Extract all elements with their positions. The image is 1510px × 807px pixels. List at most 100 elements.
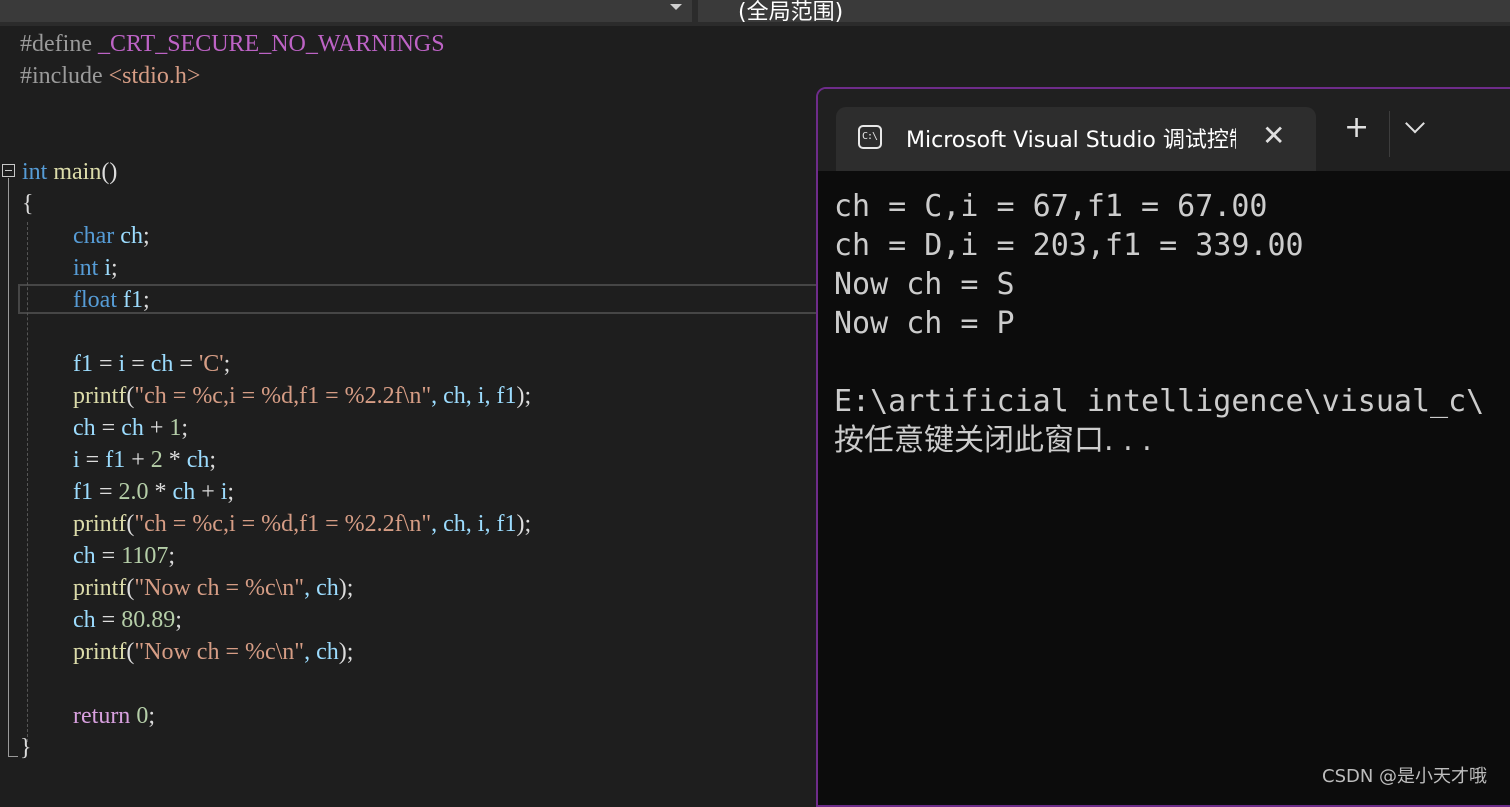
token: 2.0 xyxy=(118,479,149,505)
close-icon[interactable]: ✕ xyxy=(1262,119,1285,152)
token: ; xyxy=(168,543,175,569)
collapse-icon[interactable] xyxy=(2,164,15,177)
token: ; xyxy=(223,351,231,377)
code-line-11[interactable]: f1 = i = ch = 'C'; xyxy=(73,348,230,380)
token: ch xyxy=(172,479,196,505)
code-line-12[interactable]: printf("ch = %c,i = %d,f1 = %2.2f\n", ch… xyxy=(73,380,531,412)
code-line-9[interactable]: float f1; xyxy=(73,284,150,316)
token: ); xyxy=(516,383,532,409)
code-line-14[interactable]: i = f1 + 2 * ch; xyxy=(73,444,216,476)
token: <stdio.h> xyxy=(102,63,201,89)
new-tab-button[interactable]: + xyxy=(1344,113,1369,143)
token: 'C' xyxy=(198,351,224,377)
fold-guide-end xyxy=(8,756,18,757)
code-line-6[interactable]: { xyxy=(22,188,34,220)
token: f1 xyxy=(105,447,126,473)
code-line-13[interactable]: ch = ch + 1; xyxy=(73,412,188,444)
token: i xyxy=(98,255,112,281)
token: () xyxy=(101,159,118,185)
tab-title: Microsoft Visual Studio 调试控制台 xyxy=(906,128,1236,153)
code-line-18[interactable]: printf("Now ch = %c\n", ch); xyxy=(73,572,353,604)
token: = xyxy=(95,415,122,441)
code-line-20[interactable]: printf("Now ch = %c\n", ch); xyxy=(73,636,353,668)
token: ; xyxy=(148,703,155,729)
token: 1107 xyxy=(121,543,169,569)
token: printf xyxy=(73,575,127,601)
token: { xyxy=(22,191,34,217)
chevron-down-icon[interactable] xyxy=(1405,113,1425,134)
token: f1 xyxy=(116,287,143,313)
code-line-23[interactable]: } xyxy=(20,732,32,764)
console-output-line: ch = C,i = 67,f1 = 67.00 xyxy=(834,189,1268,224)
console-output-line: Now ch = S xyxy=(834,267,1015,302)
scope-dropdown[interactable]: (全局范围) xyxy=(698,0,1510,25)
terminal-icon: C:\ xyxy=(858,125,882,149)
token: 2 xyxy=(150,447,163,473)
token: #include xyxy=(20,63,103,89)
navigation-bar: (全局范围) xyxy=(0,0,1510,26)
token: f1 xyxy=(73,351,93,377)
tab-debug-console[interactable]: C:\ Microsoft Visual Studio 调试控制台 ✕ xyxy=(836,107,1316,171)
console-output-line: Now ch = P xyxy=(834,306,1015,341)
token: 80.89 xyxy=(121,607,176,633)
token: _CRT_SECURE_NO_WARNINGS xyxy=(91,31,445,57)
code-line-22[interactable]: return 0; xyxy=(73,700,155,732)
indent-guide xyxy=(27,222,28,742)
token: main xyxy=(47,159,102,185)
code-line-8[interactable]: int i; xyxy=(73,252,118,284)
token: "Now ch = %c\n" xyxy=(134,639,305,665)
token: 1 xyxy=(169,415,182,441)
token: "ch = %c,i = %d,f1 = %2.2f\n" xyxy=(134,383,432,409)
token: , ch, i, f1 xyxy=(431,383,517,409)
chevron-down-icon[interactable] xyxy=(670,4,682,10)
token: + xyxy=(125,447,151,473)
token: * xyxy=(148,479,173,505)
token: ch xyxy=(150,351,174,377)
watermark: CSDN @是小天才哦 xyxy=(1322,766,1488,787)
token: + xyxy=(195,479,221,505)
token: f1 xyxy=(73,479,93,505)
token: ch xyxy=(73,607,96,633)
token: = xyxy=(79,447,106,473)
token: ; xyxy=(142,287,150,313)
token: ; xyxy=(209,447,217,473)
token: ; xyxy=(111,255,118,281)
token: ); xyxy=(338,639,354,665)
token: ); xyxy=(516,511,532,537)
code-line-19[interactable]: ch = 80.89; xyxy=(73,604,182,636)
token: , ch, i, f1 xyxy=(431,511,517,537)
token: i xyxy=(73,447,80,473)
code-line-15[interactable]: f1 = 2.0 * ch + i; xyxy=(73,476,234,508)
token: "Now ch = %c\n" xyxy=(134,575,305,601)
code-line-2[interactable]: #include <stdio.h> xyxy=(20,60,200,92)
token: = xyxy=(95,543,122,569)
token: , ch xyxy=(304,639,339,665)
token: char xyxy=(73,223,115,249)
token: = xyxy=(95,607,122,633)
code-line-1[interactable]: #define _CRT_SECURE_NO_WARNINGS xyxy=(20,28,445,60)
console-output-line: ch = D,i = 203,f1 = 339.00 xyxy=(834,228,1304,263)
token: 0 xyxy=(130,703,149,729)
project-dropdown[interactable] xyxy=(0,0,692,22)
code-line-17[interactable]: ch = 1107; xyxy=(73,540,175,572)
token: float xyxy=(73,287,117,313)
token: ch xyxy=(121,415,144,441)
token: ch xyxy=(73,415,96,441)
token: ; xyxy=(181,415,189,441)
token: ; xyxy=(175,607,182,633)
fold-guide xyxy=(8,178,9,756)
terminal-icon-glyph: C:\ xyxy=(862,131,878,142)
token: + xyxy=(143,415,170,441)
tab-strip: C:\ Microsoft Visual Studio 调试控制台 ✕ + xyxy=(818,89,1510,171)
code-line-16[interactable]: printf("ch = %c,i = %d,f1 = %2.2f\n", ch… xyxy=(73,508,531,540)
token: ; xyxy=(142,223,150,249)
code-line-5[interactable]: int main() xyxy=(22,156,117,188)
debug-console-window[interactable]: C:\ Microsoft Visual Studio 调试控制台 ✕ + ch… xyxy=(816,87,1510,807)
token: int xyxy=(73,255,99,281)
token: int xyxy=(22,159,48,185)
code-line-7[interactable]: char ch; xyxy=(73,220,150,252)
token: , ch xyxy=(304,575,339,601)
scope-label: (全局范围) xyxy=(738,0,844,25)
token: printf xyxy=(73,511,127,537)
token: ; xyxy=(227,479,235,505)
